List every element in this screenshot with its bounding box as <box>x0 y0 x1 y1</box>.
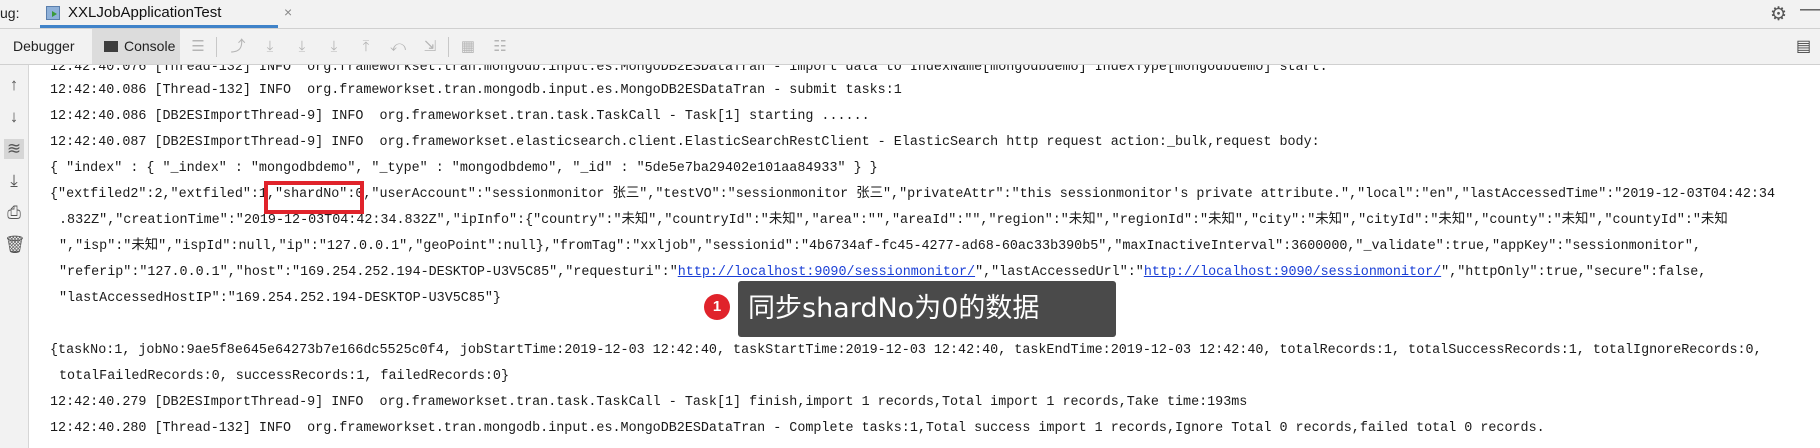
up-arrow-icon[interactable]: ↑ <box>4 75 24 95</box>
log-line: { "index" : { "_index" : "mongodbdemo", … <box>50 161 878 176</box>
log-text: ","httpOnly":true,"secure":false, <box>1441 265 1707 280</box>
tab-console-label: Console <box>124 38 176 54</box>
scroll-to-end-icon[interactable]: ⤓ <box>4 171 24 191</box>
step-out-icon[interactable]: ⤒ <box>356 37 376 57</box>
trace-icon[interactable]: ☷ <box>490 37 510 57</box>
log-line: 12:42:40.076 [Thread-132] INFO org.frame… <box>50 65 1328 75</box>
log-line: .832Z","creationTime":"2019-12-03T04:42:… <box>59 213 1728 228</box>
annotation-badge: 1 <box>704 294 730 320</box>
log-line: 12:42:40.086 [DB2ESImportThread-9] INFO … <box>50 109 870 124</box>
log-line-with-links: "referip":"127.0.0.1","host":"169.254.25… <box>59 263 1706 283</box>
trash-icon[interactable]: 🗑 <box>4 235 26 255</box>
threads-menu-icon[interactable]: ☰ <box>188 37 208 57</box>
step-over-icon[interactable]: ⤓ <box>260 37 280 57</box>
run-to-cursor-icon[interactable]: ⇲ <box>420 37 440 57</box>
shardno-highlight-box <box>264 181 364 214</box>
run-config-tab[interactable]: XXLJobApplicationTest × <box>40 0 292 28</box>
close-icon[interactable]: × <box>284 4 292 20</box>
console-side-toolbar: ↑ ↓ ≋ ⤓ ⎙ 🗑 <box>0 65 29 448</box>
log-line: 12:42:40.087 [DB2ESImportThread-9] INFO … <box>50 135 1320 150</box>
down-arrow-icon[interactable]: ↓ <box>4 107 24 127</box>
vertical-scrollbar[interactable] <box>1808 65 1820 448</box>
log-line: 12:42:40.279 [DB2ESImportThread-9] INFO … <box>50 395 1248 410</box>
gear-icon[interactable]: ⚙ <box>1770 3 1787 26</box>
restore-layout-icon[interactable]: ▤ <box>1796 36 1811 56</box>
drop-frame-icon[interactable]: ⤺ <box>388 37 408 57</box>
console-output[interactable]: 12:42:40.076 [Thread-132] INFO org.frame… <box>29 65 1820 448</box>
log-line: ","isp":"未知","ispId":null,"ip":"127.0.0.… <box>59 239 1701 254</box>
log-line: 12:42:40.280 [Thread-132] INFO org.frame… <box>50 421 1545 436</box>
log-text: ","lastAccessedUrl":" <box>975 265 1144 280</box>
minimize-icon[interactable]: — <box>1800 0 1820 21</box>
log-line: "lastAccessedHostIP":"169.254.252.194-DE… <box>59 291 501 306</box>
force-step-into-icon[interactable]: ⤓ <box>324 37 344 57</box>
requesturi-link[interactable]: http://localhost:9090/sessionmonitor/ <box>678 265 975 280</box>
soft-wrap-icon[interactable]: ≋ <box>4 139 24 159</box>
debug-tool-window-header: ug: XXLJobApplicationTest × ⚙ — <box>0 0 1820 29</box>
log-line: totalFailedRecords:0, successRecords:1, … <box>59 369 509 384</box>
step-into-icon[interactable]: ⤓ <box>292 37 312 57</box>
junit-run-icon <box>46 6 60 20</box>
run-config-tab-label: XXLJobApplicationTest <box>68 4 222 21</box>
tab-debugger[interactable]: Debugger <box>0 29 92 64</box>
show-execution-point-icon[interactable]: ⤴ <box>228 37 248 57</box>
print-icon[interactable]: ⎙ <box>4 203 24 223</box>
log-line: 12:42:40.086 [Thread-132] INFO org.frame… <box>50 83 902 98</box>
tab-debugger-label: Debugger <box>13 38 75 54</box>
console-icon <box>104 40 118 52</box>
toolbar-separator <box>448 37 449 57</box>
annotation-callout: 同步shardNo为0的数据 <box>738 281 1116 337</box>
annotation-text: 同步shardNo为0的数据 <box>748 293 1040 324</box>
evaluate-expression-icon[interactable]: ▦ <box>458 37 478 57</box>
tab-console[interactable]: Console <box>92 29 180 64</box>
log-text: "referip":"127.0.0.1","host":"169.254.25… <box>59 265 678 280</box>
debug-title-fragment: ug: <box>0 5 20 21</box>
last-accessed-url-link[interactable]: http://localhost:9090/sessionmonitor/ <box>1144 265 1441 280</box>
log-line: {taskNo:1, jobNo:9ae5f8e645e64273b7e166d… <box>50 343 1762 358</box>
debug-toolbar: Debugger Console ☰ ⤴ ⤓ ⤓ ⤓ ⤒ ⤺ ⇲ ▦ ☷ <box>0 29 1820 65</box>
toolbar-separator <box>216 37 217 57</box>
